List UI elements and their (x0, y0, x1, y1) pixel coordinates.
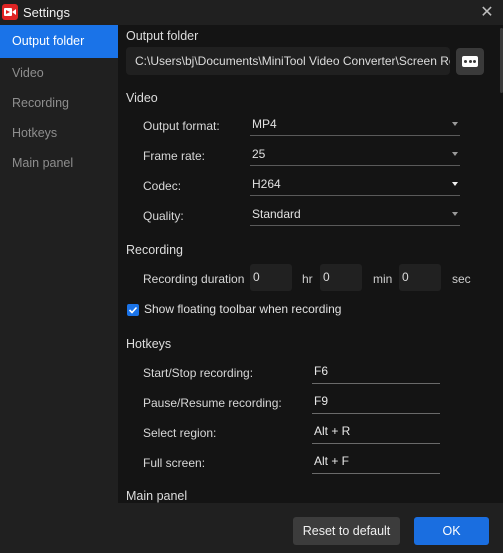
quality-select[interactable]: Standard (250, 204, 460, 226)
sidebar: Output folder Video Recording Hotkeys Ma… (0, 25, 118, 503)
sidebar-item-recording[interactable]: Recording (0, 88, 118, 118)
codec-label: Codec: (143, 179, 182, 193)
section-title-recording: Recording (126, 243, 183, 257)
hotkey-field-select-region[interactable]: Alt + R (312, 421, 440, 444)
sidebar-item-label: Hotkeys (12, 126, 58, 140)
codec-select[interactable]: H264 (250, 174, 460, 196)
checkmark-icon (128, 306, 138, 314)
sidebar-item-label: Main panel (12, 156, 74, 170)
chevron-down-icon (452, 212, 458, 216)
hotkey-label-select-region: Select region: (143, 426, 217, 440)
minutes-unit: min (373, 272, 393, 286)
section-title-main-panel: Main panel (126, 489, 188, 503)
hotkey-field-pause-resume[interactable]: F9 (312, 391, 440, 414)
hotkey-value: Alt + F (314, 454, 350, 468)
hotkey-label-start-stop: Start/Stop recording: (143, 366, 254, 380)
section-title-video: Video (126, 91, 158, 105)
hotkey-value: Alt + R (314, 424, 351, 438)
sidebar-item-hotkeys[interactable]: Hotkeys (0, 118, 118, 148)
section-title-output-folder: Output folder (126, 29, 199, 43)
floating-toolbar-label[interactable]: Show floating toolbar when recording (144, 302, 341, 316)
recording-duration-label: Recording duration (143, 272, 245, 286)
duration-hours-input[interactable]: 0 (250, 264, 292, 291)
chevron-down-icon (452, 122, 458, 126)
sidebar-item-label: Output folder (12, 34, 85, 48)
reset-to-default-button[interactable]: Reset to default (293, 517, 400, 545)
output-folder-path-field[interactable]: C:\Users\bj\Documents\MiniTool Video Con… (126, 47, 450, 75)
floating-toolbar-checkbox[interactable] (127, 304, 139, 316)
sidebar-item-label: Recording (12, 96, 69, 110)
browse-folder-button[interactable] (456, 48, 484, 75)
section-title-hotkeys: Hotkeys (126, 337, 172, 351)
output-format-select[interactable]: MP4 (250, 114, 460, 136)
frame-rate-select[interactable]: 25 (250, 144, 460, 166)
settings-content: Output folder C:\Users\bj\Documents\Mini… (118, 25, 503, 503)
duration-minutes-input[interactable]: 0 (320, 264, 362, 291)
hotkey-value: F6 (314, 364, 329, 378)
codec-value: H264 (252, 177, 281, 191)
hours-unit: hr (302, 272, 313, 286)
video-recorder-icon (2, 4, 18, 20)
chevron-down-icon (452, 182, 458, 186)
sidebar-item-main-panel[interactable]: Main panel (0, 148, 118, 178)
close-button[interactable]: ✕ (471, 0, 503, 25)
dialog-footer: Reset to default OK (0, 503, 503, 553)
title-bar: Settings ✕ (0, 0, 503, 25)
ok-button[interactable]: OK (414, 517, 489, 545)
seconds-unit: sec (452, 272, 471, 286)
quality-value: Standard (252, 207, 301, 221)
more-dots-icon (462, 56, 478, 67)
quality-label: Quality: (143, 209, 184, 223)
hotkey-field-full-screen[interactable]: Alt + F (312, 451, 440, 474)
frame-rate-label: Frame rate: (143, 149, 206, 163)
hotkey-label-pause-resume: Pause/Resume recording: (143, 396, 282, 410)
close-icon: ✕ (480, 4, 494, 21)
output-format-value: MP4 (252, 117, 277, 131)
output-format-label: Output format: (143, 119, 220, 133)
chevron-down-icon (452, 152, 458, 156)
sidebar-item-output-folder[interactable]: Output folder (0, 25, 118, 58)
hotkey-label-full-screen: Full screen: (143, 456, 206, 470)
window-title: Settings (23, 5, 70, 20)
sidebar-item-label: Video (12, 66, 44, 80)
frame-rate-value: 25 (252, 147, 266, 161)
hotkey-value: F9 (314, 394, 329, 408)
hotkey-field-start-stop[interactable]: F6 (312, 361, 440, 384)
sidebar-item-video[interactable]: Video (0, 58, 118, 88)
duration-seconds-input[interactable]: 0 (399, 264, 441, 291)
